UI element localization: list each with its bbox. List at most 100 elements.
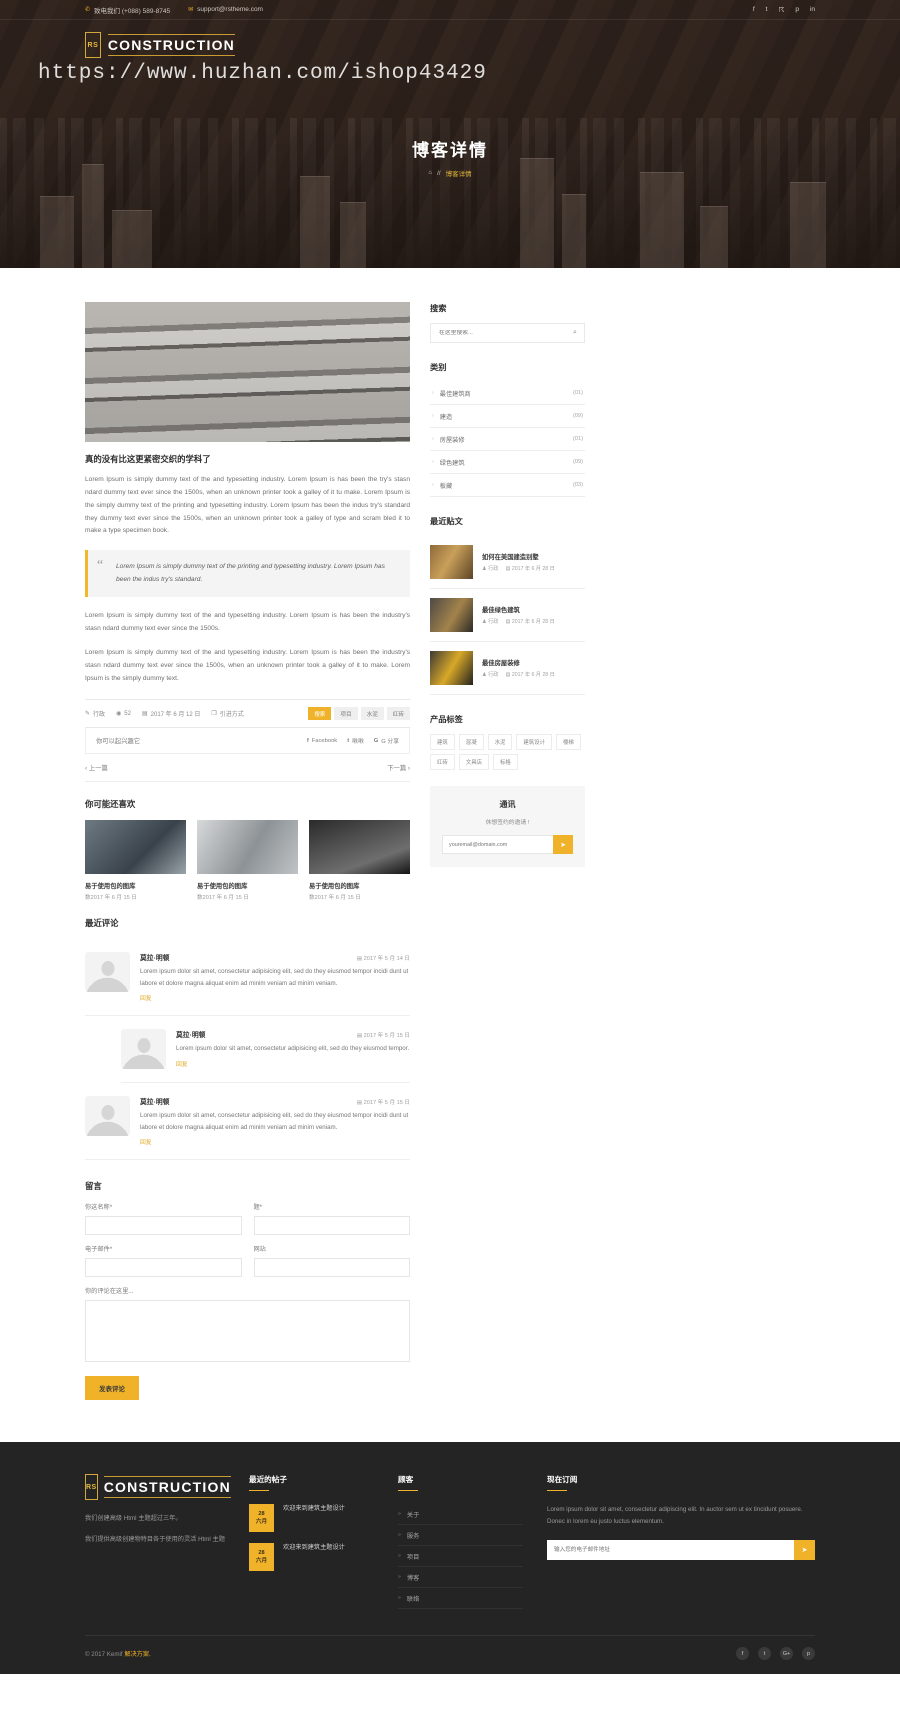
avatar xyxy=(85,1096,130,1137)
calendar-icon: ▤ xyxy=(505,672,511,678)
comment-reply-link[interactable]: 回复 xyxy=(176,1059,188,1068)
related-thumb xyxy=(309,820,410,875)
post-tag[interactable]: 搜索 xyxy=(308,707,332,721)
submit-comment-button[interactable]: 发表评论 xyxy=(85,1376,139,1401)
recent-post-author: 行政 xyxy=(488,672,499,678)
website-input[interactable] xyxy=(253,1258,410,1278)
footer-logo[interactable]: RS CONSTRUCTION xyxy=(85,1474,231,1501)
footer-recent-item[interactable]: 28 六月 欢迎来到建筑主题设计 xyxy=(249,1543,374,1572)
pinterest-icon[interactable]: p xyxy=(802,1647,815,1661)
post-meta-category: ❐ 引进方式 xyxy=(211,709,243,718)
related-card[interactable]: 易于使用包的图库 数2017 年 6 月 15 日 xyxy=(309,820,410,901)
share-twitter-button[interactable]: t 啾啾 xyxy=(347,736,364,746)
rss-icon[interactable]: ☈ xyxy=(778,6,784,14)
twitter-icon[interactable]: t xyxy=(758,1647,771,1661)
share-facebook-button[interactable]: f Facebook xyxy=(307,736,337,745)
form-row-2: 电子邮件* 网站 xyxy=(85,1244,410,1278)
search-input[interactable] xyxy=(431,330,566,336)
prev-post-label: 上一篇 xyxy=(88,765,108,773)
phone-contact[interactable]: ✆ 致电我们 (+088) 589-8745 xyxy=(85,5,170,15)
search-icon[interactable]: ⌕ xyxy=(566,329,584,337)
comment-icon: ✎ xyxy=(85,711,91,718)
post-tag[interactable]: 水泥 xyxy=(360,707,384,721)
post-paragraph-1: Lorem Ipsum is simply dummy text of the … xyxy=(85,476,410,535)
related-card[interactable]: 易于使用包的图库 数2017 年 6 月 15 日 xyxy=(85,820,186,901)
product-tag[interactable]: 红砖 xyxy=(430,754,455,770)
email-contact[interactable]: ✉ support@rstheme.com xyxy=(188,6,263,13)
site-logo[interactable]: RS CONSTRUCTION xyxy=(85,32,235,58)
post-meta-row: ✎ 行政 ◉ 52 ▤ 2017 年 6 月 12 日 ❐ 引进方式 搜索 项目… xyxy=(85,699,410,729)
post-meta-date-label: 2017 年 6 月 12 日 xyxy=(150,712,201,719)
comment-reply-link[interactable]: 回复 xyxy=(140,993,152,1002)
comment-author: 莫拉·明顿 xyxy=(140,1099,170,1107)
product-tag[interactable]: 水泥 xyxy=(487,734,513,750)
linkedin-icon[interactable]: in xyxy=(810,6,815,14)
category-item[interactable]: › 房屋装修 (01) xyxy=(430,428,585,451)
footer-subscribe-text: Lorem ipsum dolor sit amet, consectetur … xyxy=(547,1506,803,1526)
name-input[interactable] xyxy=(85,1216,242,1236)
related-date: 数2017 年 6 月 15 日 xyxy=(85,895,137,902)
send-icon[interactable]: ➤ xyxy=(553,835,573,854)
recent-post-item[interactable]: 最佳绿色建筑 ♟ 行政 ▤ 2017 年 6 月 28 日 xyxy=(430,589,585,642)
message-label: 你的评论在这里... xyxy=(85,1288,134,1296)
twitter-icon: t xyxy=(347,737,350,744)
avatar xyxy=(121,1029,166,1070)
footer-links-column: 顾客 » 关于 » 服务 » 项目 » 博客 » 联络 xyxy=(398,1474,523,1610)
recent-post-item[interactable]: 最佳房屋装修 ♟ 行政 ▤ 2017 年 6 月 28 日 xyxy=(430,642,585,695)
comment-reply-link[interactable]: 回复 xyxy=(140,1137,152,1146)
footer-link-projects[interactable]: » 项目 xyxy=(398,1546,523,1568)
website-label: 网站 xyxy=(253,1246,266,1254)
email-input[interactable] xyxy=(85,1258,242,1278)
breadcrumb-current: 博客详情 xyxy=(445,171,472,178)
home-icon[interactable]: ⌂ xyxy=(428,170,432,176)
comment-item: 莫拉·明顿 ▤ 2017 年 5 月 14 日 Lorem ipsum dolo… xyxy=(85,939,410,1017)
footer-link-blog[interactable]: » 博客 xyxy=(398,1567,523,1589)
send-icon[interactable]: ➤ xyxy=(794,1539,815,1560)
google-plus-icon[interactable]: G+ xyxy=(780,1647,793,1661)
footer-link-services[interactable]: » 服务 xyxy=(398,1525,523,1547)
share-google-button[interactable]: G G 分享 xyxy=(374,736,399,746)
post-title: 真的没有比这更紧密交织的学科了 xyxy=(85,454,211,464)
footer-email-input[interactable] xyxy=(547,1539,794,1560)
main-content: 真的没有比这更紧密交织的学科了 Lorem Ipsum is simply du… xyxy=(85,268,410,1401)
footer-recent-item[interactable]: 28 六月 欢迎来到建筑主题设计 xyxy=(249,1504,374,1533)
comment-head: 莫拉·明顿 ▤ 2017 年 5 月 14 日 xyxy=(140,952,410,962)
comment-body: 莫拉·明顿 ▤ 2017 年 5 月 15 日 Lorem ipsum dolo… xyxy=(140,1096,410,1146)
post-meta-category-label: 引进方式 xyxy=(219,712,244,719)
chevron-right-icon: » xyxy=(398,1553,401,1560)
post-meta-views-label: 52 xyxy=(124,710,131,717)
message-textarea[interactable] xyxy=(85,1300,410,1363)
related-card[interactable]: 易于使用包的图库 数2017 年 6 月 15 日 xyxy=(197,820,298,901)
facebook-icon[interactable]: f xyxy=(753,6,755,14)
facebook-icon[interactable]: f xyxy=(736,1647,749,1661)
post-tag[interactable]: 项目 xyxy=(334,707,358,721)
recent-post-meta: ♟ 行政 ▤ 2017 年 6 月 28 日 xyxy=(482,565,555,572)
product-tag[interactable]: 文具店 xyxy=(458,754,489,770)
post-tag[interactable]: 红砖 xyxy=(386,707,410,721)
recent-post-item[interactable]: 如何在美国建造别墅 ♟ 行政 ▤ 2017 年 6 月 28 日 xyxy=(430,536,585,589)
next-post-link[interactable]: 下一篇 › xyxy=(387,763,410,772)
product-tag[interactable]: 建筑 xyxy=(430,734,455,750)
category-item[interactable]: › 绿色建筑 (09) xyxy=(430,451,585,474)
post-meta-author: ✎ 行政 xyxy=(85,709,105,718)
category-item[interactable]: › 最佳建筑商 (01) xyxy=(430,382,585,405)
product-tag[interactable]: 混凝 xyxy=(458,734,484,750)
category-item[interactable]: › 板藏 (03) xyxy=(430,474,585,497)
footer-recent-heading: 最近的帖子 xyxy=(249,1474,374,1492)
prev-post-link[interactable]: ‹ 上一篇 xyxy=(85,763,108,772)
recent-post-author: 行政 xyxy=(488,619,499,625)
category-item[interactable]: › 建造 (09) xyxy=(430,405,585,428)
footer-about-column: RS CONSTRUCTION 我们创建高级 Html 主题超过三年。 我们提供… xyxy=(85,1474,231,1609)
twitter-icon[interactable]: t xyxy=(766,6,768,14)
product-tag[interactable]: 楼梯 xyxy=(555,734,581,750)
product-tag[interactable]: 标格 xyxy=(492,754,518,770)
footer-link-contact[interactable]: » 联络 xyxy=(398,1588,523,1610)
newsletter-email-input[interactable] xyxy=(442,835,553,854)
comment-date-label: 2017 年 5 月 14 日 xyxy=(363,956,410,963)
product-tag[interactable]: 建筑设计 xyxy=(516,734,552,750)
pinterest-icon[interactable]: p xyxy=(795,6,799,14)
footer-link-about[interactable]: » 关于 xyxy=(398,1504,523,1526)
subject-input[interactable] xyxy=(253,1216,410,1236)
post-tag-list: 搜索 项目 水泥 红砖 xyxy=(308,707,410,721)
category-label: 建造 xyxy=(439,413,453,421)
